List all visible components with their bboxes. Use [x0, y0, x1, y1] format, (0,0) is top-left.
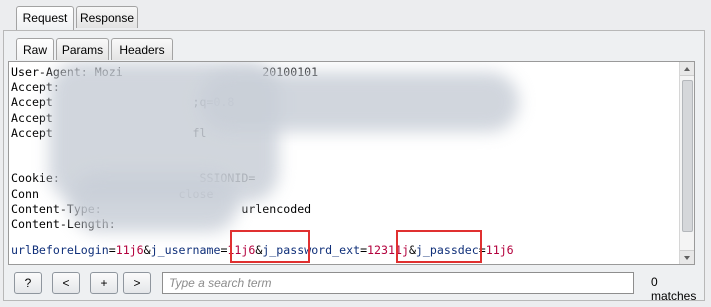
highlight-username-box — [230, 230, 310, 263]
tab-request[interactable]: Request — [16, 6, 74, 31]
help-button[interactable]: ? — [14, 272, 42, 294]
add-button[interactable]: + — [90, 272, 118, 294]
header-key: Accept — [11, 110, 53, 125]
redaction-blur — [199, 72, 519, 132]
previous-match-button[interactable]: < — [52, 272, 80, 294]
param-key: j_username — [150, 243, 221, 257]
param-value: 11j6 — [115, 243, 144, 257]
header-key: Conn — [11, 186, 39, 201]
scroll-down-icon[interactable] — [680, 250, 694, 264]
param-value: 11j6 — [485, 243, 514, 257]
header-value: urlencoded — [241, 201, 312, 216]
tab-params[interactable]: Params — [56, 38, 109, 60]
vertical-scrollbar[interactable] — [679, 62, 694, 264]
search-input[interactable]: Type a search term — [162, 272, 634, 294]
scroll-up-icon[interactable] — [680, 62, 694, 76]
tab-raw[interactable]: Raw — [16, 38, 54, 60]
next-match-button[interactable]: > — [123, 272, 151, 294]
tab-headers[interactable]: Headers — [111, 38, 173, 60]
header-key: Accept — [11, 95, 53, 110]
search-toolbar: ? < + > Type a search term 0 matches — [8, 269, 706, 303]
param-key: urlBeforeLogin — [11, 243, 109, 257]
raw-request-editor[interactable]: User-Agent: Mozi 20100101Accept:Accept ;… — [8, 61, 695, 265]
tab-response[interactable]: Response — [76, 6, 138, 28]
header-key: Accept — [11, 125, 53, 140]
redaction-blur — [69, 172, 239, 232]
scrollbar-thumb[interactable] — [682, 80, 693, 232]
highlight-password-box — [396, 230, 482, 263]
match-count: 0 matches — [651, 275, 697, 303]
